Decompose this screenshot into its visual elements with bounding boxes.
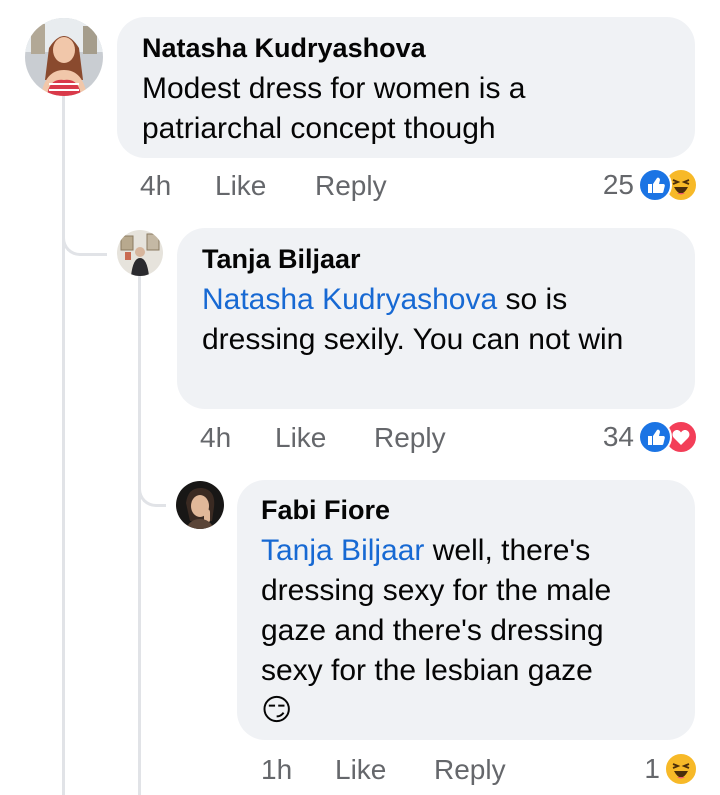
comment-text: Modest dress for women is a patriarchal … <box>142 69 671 149</box>
mention-link[interactable]: Tanja Biljaar <box>261 534 424 567</box>
like-button[interactable]: Like <box>335 750 386 790</box>
like-button[interactable]: Like <box>275 418 326 458</box>
reply-button[interactable]: Reply <box>374 418 446 458</box>
comment-bubble: Tanja Biljaar Natasha Kudryashova so is … <box>177 228 695 409</box>
mention-link[interactable]: Natasha Kudryashova <box>202 283 497 316</box>
comment-author[interactable]: Natasha Kudryashova <box>142 31 671 65</box>
like-icon <box>638 420 672 454</box>
reaction-count: 1 <box>644 753 660 784</box>
reactions-summary[interactable]: 25 <box>603 168 698 202</box>
haha-icon <box>664 752 698 786</box>
like-button[interactable]: Like <box>215 166 266 206</box>
comment-author[interactable]: Tanja Biljaar <box>202 242 671 276</box>
comment-time[interactable]: 4h <box>200 418 231 458</box>
avatar[interactable] <box>176 481 224 529</box>
comment-author[interactable]: Fabi Fiore <box>261 493 673 527</box>
reactions-summary[interactable]: 1 <box>644 752 698 786</box>
comment-text: Natasha Kudryashova so is dressing sexil… <box>202 280 671 360</box>
comment-actions: 1h Like Reply <box>0 750 720 790</box>
thread-connector-2 <box>138 465 166 507</box>
reaction-count: 25 <box>602 169 634 200</box>
thread-line-reply <box>138 276 141 795</box>
reply-button[interactable]: Reply <box>315 166 387 206</box>
comment-body: Modest dress for women is a patriarchal … <box>142 72 526 145</box>
avatar[interactable] <box>117 230 163 276</box>
like-icon <box>638 168 672 202</box>
reply-button[interactable]: Reply <box>434 750 506 790</box>
reactions-summary[interactable]: 34 <box>603 420 698 454</box>
thread-connector-1 <box>62 214 107 256</box>
comment-text: Tanja Biljaar well, there's dressing sex… <box>261 531 673 731</box>
comment-time[interactable]: 1h <box>261 750 292 790</box>
smirk-emoji: 😏 <box>261 693 293 728</box>
reaction-count: 34 <box>602 421 634 452</box>
comment-bubble: Natasha Kudryashova Modest dress for wom… <box>117 17 695 158</box>
comment-bubble: Fabi Fiore Tanja Biljaar well, there's d… <box>237 480 695 740</box>
avatar[interactable] <box>25 18 103 96</box>
comment-time[interactable]: 4h <box>140 166 171 206</box>
